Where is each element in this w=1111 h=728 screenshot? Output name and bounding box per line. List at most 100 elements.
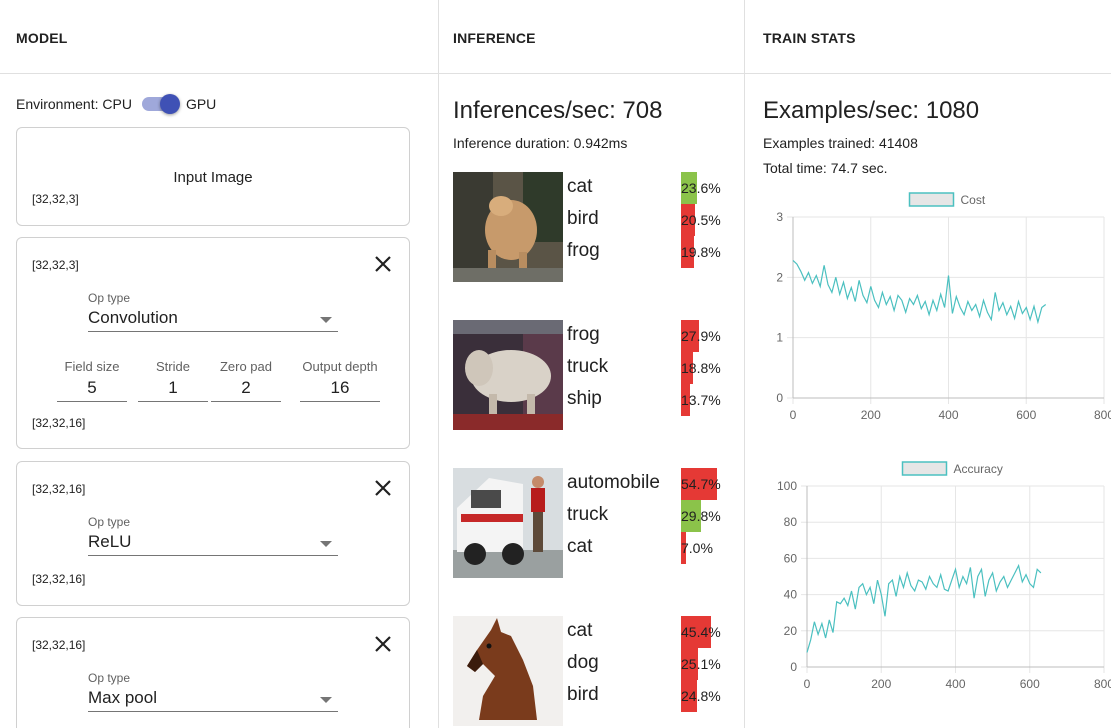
x-tick-label: 200 [861, 408, 881, 422]
dropdown-arrow-icon [320, 697, 332, 703]
x-tick-label: 800 [1094, 677, 1111, 691]
prediction-label: bird [567, 208, 599, 229]
inference-item: automobile 54.7% truck 29.8% cat 7.0% [453, 468, 743, 580]
close-icon[interactable] [373, 254, 393, 274]
prediction-percent: 27.9% [681, 328, 721, 344]
x-tick-label: 400 [938, 408, 958, 422]
prediction-percent: 24.8% [681, 688, 721, 704]
inference-image [453, 616, 563, 726]
y-tick-label: 0 [776, 391, 783, 405]
total-time: Total time: 74.7 sec. [763, 160, 888, 176]
layer-card-maxpool: [32,32,16] Op type Max pool [16, 617, 410, 728]
prediction-label: truck [567, 504, 609, 525]
zero-pad-label: Zero pad [219, 359, 273, 374]
prediction-row: frog 19.8% [567, 236, 744, 268]
zero-pad-value[interactable]: 2 [211, 378, 281, 402]
app: MODEL Environment: CPU GPU Input Image [… [0, 0, 1111, 728]
field-size-input[interactable]: Field size 5 [57, 359, 127, 402]
environment-toggle[interactable] [140, 94, 180, 114]
prediction-percent: 45.4% [681, 624, 721, 640]
layer-output-shape: [32,32,16] [32, 572, 86, 586]
stride-input[interactable]: Stride 1 [138, 359, 208, 402]
field-size-label: Field size [64, 359, 120, 374]
prediction-percent: 29.8% [681, 508, 721, 524]
close-icon[interactable] [373, 478, 393, 498]
prediction-row: ship 13.7% [567, 384, 744, 416]
y-tick-label: 3 [776, 210, 783, 224]
y-tick-label: 60 [784, 551, 798, 565]
accuracy-chart: Accuracy 0 20 40 60 80 100 0 200 400 600 800 [777, 461, 1111, 691]
prediction-label: bird [567, 684, 599, 705]
environment-gpu-label: GPU [185, 96, 217, 112]
x-tick-label: 600 [1020, 677, 1040, 691]
layer-input-shape: [32,32,3] [32, 258, 79, 272]
prediction-label: cat [567, 536, 593, 557]
y-tick-label: 2 [776, 270, 783, 284]
x-tick-label: 0 [804, 677, 811, 691]
prediction-label: frog [567, 240, 600, 261]
op-type-select[interactable]: Op type ReLU [88, 515, 338, 556]
prediction-row: dog 25.1% [567, 648, 744, 680]
op-type-value[interactable]: ReLU [88, 532, 338, 556]
layer-card-convolution: [32,32,3] Op type Convolution Field size… [16, 237, 410, 449]
prediction-percent: 13.7% [681, 392, 721, 408]
series-line [792, 259, 1047, 325]
inference-item: frog 27.9% truck 18.8% ship 13.7% [453, 320, 743, 432]
prediction-percent: 54.7% [681, 476, 721, 492]
prediction-row: frog 27.9% [567, 320, 744, 352]
prediction-row: cat 7.0% [567, 532, 744, 564]
inference-duration: Inference duration: 0.942ms [453, 135, 628, 151]
inference-header: INFERENCE [439, 0, 744, 74]
input-layer-card: Input Image [32,32,3] [16, 127, 410, 226]
prediction-row: automobile 54.7% [567, 468, 744, 500]
cost-chart: Cost 0 1 2 3 0 200 400 600 800 [776, 192, 1111, 422]
layer-input-shape: [32,32,16] [32, 482, 86, 496]
legend-swatch [901, 461, 948, 476]
environment-switch-row: Environment: CPU GPU [16, 94, 216, 114]
op-type-value[interactable]: Max pool [88, 688, 338, 712]
prediction-percent: 20.5% [681, 212, 721, 228]
train-stats-column: TRAIN STATS Examples/sec: 1080 Examples … [745, 0, 1111, 728]
zero-pad-input[interactable]: Zero pad 2 [211, 359, 281, 402]
prediction-percent: 25.1% [681, 656, 721, 672]
prediction-row: bird 20.5% [567, 204, 744, 236]
op-type-text: ReLU [88, 532, 132, 551]
prediction-row: cat 23.6% [567, 172, 744, 204]
inference-column: INFERENCE Inferences/sec: 708 Inference … [439, 0, 745, 728]
x-tick-label: 600 [1016, 408, 1036, 422]
x-tick-label: 800 [1094, 408, 1111, 422]
inferences-per-sec: Inferences/sec: 708 [453, 97, 663, 124]
op-type-label: Op type [88, 515, 131, 529]
prediction-label: automobile [567, 472, 660, 493]
op-type-select[interactable]: Op type Max pool [88, 671, 338, 712]
y-tick-label: 80 [784, 515, 798, 529]
y-tick-label: 1 [776, 331, 783, 345]
series-line [806, 563, 1042, 653]
prediction-row: truck 18.8% [567, 352, 744, 384]
output-depth-value[interactable]: 16 [300, 378, 380, 402]
y-tick-label: 40 [784, 588, 798, 602]
stride-label: Stride [156, 359, 190, 374]
model-header: MODEL [0, 0, 438, 74]
train-stats-header: TRAIN STATS [745, 0, 1111, 74]
examples-per-sec: Examples/sec: 1080 [763, 97, 980, 124]
dropdown-arrow-icon [320, 541, 332, 547]
prediction-percent: 23.6% [681, 180, 721, 196]
prediction-label: truck [567, 356, 609, 377]
y-tick-label: 0 [790, 660, 797, 674]
prediction-percent: 18.8% [681, 360, 721, 376]
op-type-value[interactable]: Convolution [88, 308, 338, 332]
stride-value[interactable]: 1 [138, 378, 208, 402]
prediction-percent: 7.0% [681, 540, 713, 556]
toggle-thumb[interactable] [159, 94, 180, 114]
prediction-label: cat [567, 176, 593, 197]
output-depth-input[interactable]: Output depth 16 [300, 359, 380, 402]
op-type-select[interactable]: Op type Convolution [88, 291, 338, 332]
field-size-value[interactable]: 5 [57, 378, 127, 402]
close-icon[interactable] [373, 634, 393, 654]
model-column: MODEL Environment: CPU GPU Input Image [… [0, 0, 439, 728]
y-tick-label: 20 [784, 624, 798, 638]
x-tick-label: 200 [871, 677, 891, 691]
prediction-percent: 19.8% [681, 244, 721, 260]
inference-image [453, 320, 563, 430]
